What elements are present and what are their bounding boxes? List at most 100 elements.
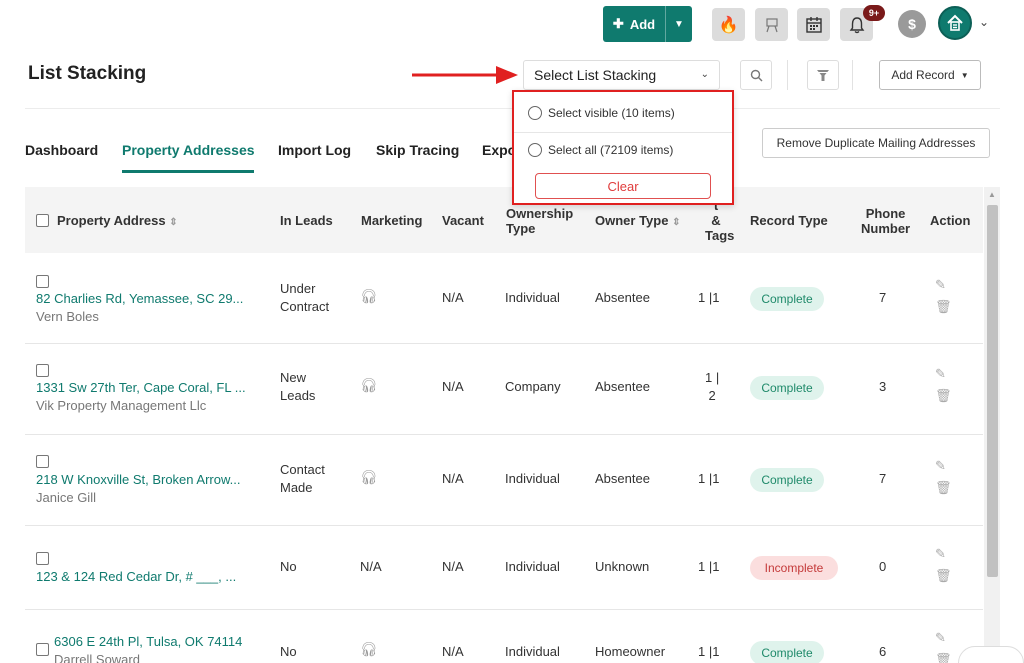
row-checkbox[interactable] [36,643,49,656]
header-owner-type[interactable]: Owner Type ⇕ [595,213,680,230]
header-ownership-type: Ownership Type [506,206,573,236]
account-chevron-down-icon[interactable]: ⌄ [979,15,989,29]
status-badge: Complete [750,376,824,400]
owner-name: Janice Gill [36,490,96,505]
table-scrollbar[interactable]: ▲ [984,187,1000,663]
edit-pencil-icon[interactable]: ✎ [935,630,946,646]
status-badge: Complete [750,287,824,311]
header-property-address[interactable]: Property Address ⇕ [57,213,178,230]
top-bar: ✚ Add ▼ 🔥 9+ $ ⌄ [0,0,1024,50]
status-badge: Incomplete [750,556,838,580]
in-leads-status: Contact Made [280,461,325,497]
trash-icon[interactable]: 🗑︎ [935,568,952,584]
sort-icon: ⇕ [672,217,681,228]
headset-icon[interactable]: 🎧︎ [360,288,378,305]
easel-icon[interactable] [755,8,788,41]
list-tags-line2: 2 [708,388,716,403]
clear-button[interactable]: Clear [535,173,711,199]
scroll-up-arrow-icon[interactable]: ▲ [988,190,996,199]
row-checkbox[interactable] [36,275,49,288]
plus-icon: ✚ [612,16,624,31]
header-owner-type-label: Owner Type [595,213,669,228]
list-stacking-select-value: Select List Stacking [534,67,657,83]
row-checkbox[interactable] [36,455,49,468]
status-badge: Complete [750,641,824,663]
radio-button[interactable] [528,106,542,120]
owner-type-value: Homeowner [595,644,666,659]
owner-name: Vik Property Management Llc [36,398,207,413]
owner-name: Darrell Soward [54,652,140,663]
trash-icon[interactable]: 🗑︎ [935,480,952,496]
owner-type-value: Absentee [595,290,650,305]
chevron-down-icon[interactable]: ▼ [666,6,692,42]
select-all-option[interactable]: Select all (72109 items) [528,143,673,157]
edit-pencil-icon[interactable]: ✎ [935,458,946,474]
headset-icon[interactable]: 🎧︎ [360,641,378,658]
header-ownership-type-line1: Ownership [506,206,574,221]
list-stacking-select[interactable]: Select List Stacking ⌄ [523,60,720,90]
tab-import-log[interactable]: Import Log [278,142,351,158]
edit-pencil-icon[interactable]: ✎ [935,366,946,382]
phone-count: 3 [879,379,887,394]
row-checkbox[interactable] [36,364,49,377]
select-all-label: Select all (72109 items) [548,143,674,157]
ownership-type-value: Individual [505,290,560,305]
add-record-button[interactable]: Add Record ▼ [879,60,981,90]
tab-dashboard[interactable]: Dashboard [25,142,98,158]
trash-icon[interactable]: 🗑︎ [935,299,952,315]
trash-icon[interactable]: 🗑︎ [935,388,952,404]
row-checkbox[interactable] [36,552,49,565]
tab-property-addresses[interactable]: Property Addresses [122,142,255,158]
headset-icon[interactable]: 🎧︎ [360,377,378,394]
search-icon [750,69,762,81]
select-all-checkbox[interactable] [36,214,49,227]
edit-pencil-icon[interactable]: ✎ [935,546,946,562]
active-tab-indicator [122,170,254,173]
owner-name: Vern Boles [36,309,99,324]
avatar[interactable] [938,6,972,40]
owner-type-value: Unknown [595,559,650,574]
toolbar-divider [787,60,788,90]
remove-duplicate-mailing-addresses-button[interactable]: Remove Duplicate Mailing Addresses [762,128,990,158]
in-leads-status: No [280,644,297,659]
tab-skip-tracing[interactable]: Skip Tracing [376,142,459,158]
search-button[interactable] [740,60,772,90]
dollar-icon[interactable]: $ [898,10,926,38]
filter-button[interactable] [807,60,839,90]
red-arrow-annotation [412,66,518,84]
trash-icon[interactable]: 🗑︎ [935,652,952,663]
table-row: 6306 E 24th Pl, Tulsa, OK 74114 Darrell … [25,610,983,663]
vacant-value: N/A [442,471,464,486]
phone-count: 6 [879,644,887,659]
list-stacking-dropdown: Select visible (10 items) Select all (72… [512,90,734,205]
property-address-link[interactable]: 1331 Sw 27th Ter, Cape Coral, FL ... [36,380,246,395]
in-leads-status: Under Contract [280,280,329,316]
in-leads-line1: Contact [280,462,325,477]
table-row: 218 W Knoxville St, Broken Arrow... Jani… [25,435,983,526]
property-address-link[interactable]: 218 W Knoxville St, Broken Arrow... [36,472,240,487]
table-row: 82 Charlies Rd, Yemassee, SC 29... Vern … [25,253,983,344]
property-address-link[interactable]: 82 Charlies Rd, Yemassee, SC 29... [36,291,243,306]
scrollbar-thumb[interactable] [987,205,998,577]
in-leads-status: No [280,559,297,574]
chat-widget[interactable] [958,646,1024,663]
calendar-icon[interactable] [797,8,830,41]
page-title: List Stacking [28,63,147,84]
phone-count: 7 [879,471,887,486]
add-button[interactable]: ✚ Add [603,6,665,42]
list-tags-value: 1 |1 [698,471,720,486]
radio-button[interactable] [528,143,542,157]
header-vacant: Vacant [442,213,484,228]
edit-pencil-icon[interactable]: ✎ [935,277,946,293]
headset-icon[interactable]: 🎧︎ [360,469,378,486]
caret-down-icon: ▼ [960,70,969,80]
property-address-link[interactable]: 123 & 124 Red Cedar Dr, # ___, ... [36,569,236,584]
phone-count: 0 [879,559,887,574]
ownership-type-value: Company [505,379,561,394]
header-ownership-type-line2: Type [506,221,536,236]
app-root: ✚ Add ▼ 🔥 9+ $ ⌄ List Stacking Select Li… [0,0,1024,663]
property-address-link[interactable]: 6306 E 24th Pl, Tulsa, OK 74114 [54,634,242,649]
chevron-down-icon: ⌄ [700,69,709,80]
fire-icon[interactable]: 🔥 [712,8,745,41]
select-visible-option[interactable]: Select visible (10 items) [528,106,675,120]
